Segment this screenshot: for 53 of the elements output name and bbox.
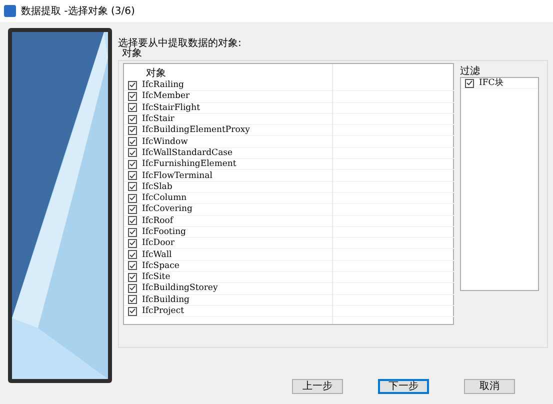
list-item-label: IfcWall: [142, 250, 172, 260]
checkbox[interactable]: [128, 272, 137, 282]
checkbox[interactable]: [128, 216, 137, 226]
checkbox[interactable]: [128, 295, 137, 304]
list-item-label: IfcBuildingElementProxy: [142, 125, 250, 136]
dialog-button[interactable]: 取消: [464, 379, 515, 394]
list-item-label: IfcMember: [142, 91, 190, 102]
window-title: 数据提取 -选择对象 (3/6): [21, 4, 135, 18]
checkbox[interactable]: [128, 171, 137, 180]
list-item-label: IfcWallStandardCase: [142, 148, 233, 158]
dialog-button[interactable]: 下一步: [378, 379, 429, 394]
group-label: 对象: [122, 48, 143, 60]
checkbox[interactable]: [128, 204, 137, 214]
checkbox[interactable]: [128, 261, 137, 270]
dialog-button[interactable]: 上一步: [292, 379, 343, 394]
checkbox[interactable]: [128, 114, 137, 124]
list-item-label: IfcFlowTerminal: [142, 170, 212, 181]
list-item-label: IfcFooting: [142, 227, 186, 237]
checkbox[interactable]: [128, 137, 137, 146]
checkbox[interactable]: [128, 92, 137, 101]
checkbox[interactable]: [128, 148, 137, 158]
list-item-label: IfcBuilding: [142, 294, 190, 305]
list-item-label: IFC块: [479, 77, 504, 90]
list-item-label: IfcStair: [142, 114, 174, 124]
list-item-label: IfcFurnishingElement: [142, 159, 236, 170]
list-item-label: IfcProject: [142, 306, 184, 316]
list-item-label: IfcRoof: [142, 216, 174, 226]
app-icon: [4, 5, 16, 17]
list-item-label: IfcSpace: [142, 260, 180, 271]
list-item-label: IfcColumn: [142, 193, 187, 204]
checkbox[interactable]: [128, 182, 137, 192]
list-item-label: IfcDoor: [142, 238, 174, 248]
list-item-label: IfcSite: [142, 272, 170, 282]
checkbox[interactable]: [465, 78, 474, 88]
checkbox[interactable]: [128, 250, 137, 260]
checkbox[interactable]: [128, 160, 137, 169]
filter-label: 过滤: [460, 67, 481, 77]
list-item-label: IfcSlab: [142, 182, 172, 192]
checkbox[interactable]: [128, 238, 137, 248]
list-item-label: IfcCovering: [142, 204, 192, 214]
instruction-text: 选择要从中提取数据的对象:: [118, 36, 242, 48]
list-item-label: IfcWindow: [142, 136, 188, 147]
checkbox[interactable]: [128, 194, 137, 203]
list-item-label: IfcRailing: [142, 80, 184, 90]
checkbox[interactable]: [128, 103, 137, 112]
column-header: 对象: [146, 66, 166, 80]
checkbox[interactable]: [128, 284, 137, 293]
list-item-label: IfcBuildingStorey: [142, 283, 218, 294]
checkbox[interactable]: [128, 126, 137, 135]
checkbox[interactable]: [128, 306, 137, 316]
checkbox[interactable]: [128, 228, 137, 236]
checkbox[interactable]: [128, 80, 137, 90]
list-item-label: IfcStairFlight: [142, 102, 200, 113]
